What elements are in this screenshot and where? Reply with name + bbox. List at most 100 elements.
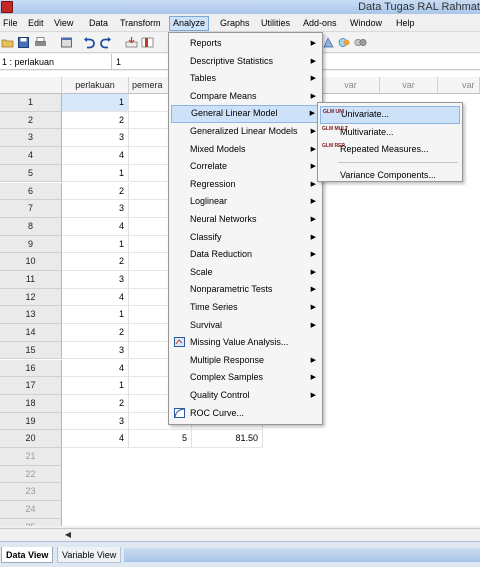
row-number[interactable]: 12 [0, 288, 62, 307]
cell-pemera[interactable]: 5 [129, 430, 192, 448]
menu-help[interactable]: Help [393, 16, 418, 31]
row-number[interactable]: 8 [0, 217, 62, 236]
menu-item-general-linear-model[interactable]: General Linear Model ▶ [171, 105, 320, 123]
cell-perlakuan[interactable]: 2 [62, 111, 129, 130]
menu-edit[interactable]: Edit [25, 16, 47, 31]
menu-analyze[interactable]: Analyze [169, 16, 210, 31]
row-number[interactable]: 11 [0, 271, 62, 289]
submenu-item-univariate[interactable]: GLM UNI Univariate... [320, 106, 460, 124]
row-number[interactable]: 22 [0, 465, 62, 484]
tab-data-view[interactable]: Data View [1, 547, 54, 563]
row-number[interactable]: 20 [0, 430, 62, 448]
row-number[interactable]: 15 [0, 341, 62, 360]
row-number[interactable]: 17 [0, 377, 62, 395]
use-sets-icon[interactable] [322, 36, 335, 49]
save-icon[interactable] [17, 36, 30, 49]
cell-perlakuan[interactable]: 4 [62, 359, 129, 378]
cell-perlakuan[interactable]: 2 [62, 182, 129, 201]
cell-perlakuan[interactable]: 3 [62, 341, 129, 360]
row-number[interactable]: 19 [0, 412, 62, 431]
print-icon[interactable] [34, 36, 47, 49]
menu-item-classify[interactable]: Classify ▶ [171, 229, 320, 247]
row-number[interactable]: 7 [0, 200, 62, 218]
menu-utilities[interactable]: Utilities [258, 16, 293, 31]
menu-item-correlate[interactable]: Correlate ▶ [171, 158, 320, 176]
column-header-var[interactable]: var [322, 77, 380, 94]
horizontal-scrollbar[interactable]: ◀ [0, 528, 480, 540]
menu-item-quality-control[interactable]: Quality Control ▶ [171, 387, 320, 405]
menu-item-reports[interactable]: Reports ▶ [171, 35, 320, 53]
row-number[interactable]: 2 [0, 111, 62, 130]
goto-case-icon[interactable] [125, 36, 138, 49]
open-folder-icon[interactable] [1, 36, 14, 49]
row-number[interactable]: 3 [0, 129, 62, 148]
cell-perlakuan[interactable]: 2 [62, 324, 129, 342]
submenu-item-multivariate[interactable]: GLM MULT Multivariate... [320, 124, 460, 142]
cell-perlakuan[interactable]: 4 [62, 430, 129, 448]
cell-value-editor[interactable]: 1 [116, 54, 121, 70]
cell-data[interactable]: 81.50 [192, 430, 263, 448]
cell-name-box[interactable]: 1 : perlakuan [0, 54, 112, 70]
row-number[interactable]: 13 [0, 306, 62, 325]
submenu-item-repeated-measures[interactable]: GLM REP Repeated Measures... [320, 141, 460, 159]
cell-perlakuan[interactable]: 4 [62, 288, 129, 307]
row-number[interactable]: 18 [0, 394, 62, 413]
variables-icon[interactable] [141, 36, 154, 49]
row-number[interactable]: 23 [0, 483, 62, 502]
cell-perlakuan[interactable]: 1 [62, 235, 129, 254]
row-number[interactable]: 21 [0, 448, 62, 466]
row-number[interactable]: 25 [0, 518, 62, 526]
menu-item-descriptive-statistics[interactable]: Descriptive Statistics ▶ [171, 53, 320, 71]
cell-perlakuan[interactable]: 3 [62, 412, 129, 431]
menu-file[interactable]: File [0, 16, 21, 31]
cell-perlakuan[interactable]: 3 [62, 129, 129, 148]
tab-variable-view[interactable]: Variable View [57, 547, 122, 563]
spell-check-icon[interactable] [354, 36, 367, 49]
menu-data[interactable]: Data [86, 16, 111, 31]
row-number[interactable]: 6 [0, 182, 62, 201]
cell-perlakuan[interactable]: 1 [62, 377, 129, 395]
cell-perlakuan[interactable]: 4 [62, 217, 129, 236]
menu-item-survival[interactable]: Survival ▶ [171, 317, 320, 335]
cell-perlakuan[interactable]: 3 [62, 271, 129, 289]
cell-perlakuan[interactable]: 4 [62, 147, 129, 165]
scroll-left-icon[interactable]: ◀ [63, 529, 73, 540]
menu-item-scale[interactable]: Scale ▶ [171, 264, 320, 282]
column-header-var[interactable]: var [438, 77, 480, 94]
submenu-item-variance-components[interactable]: Variance Components... [320, 167, 460, 185]
cell-perlakuan[interactable]: 1 [62, 164, 129, 183]
redo-icon[interactable] [99, 36, 112, 49]
undo-icon[interactable] [83, 36, 96, 49]
cell-perlakuan[interactable]: 2 [62, 253, 129, 271]
row-number[interactable]: 24 [0, 501, 62, 519]
cell-perlakuan[interactable]: 2 [62, 394, 129, 413]
row-number[interactable]: 16 [0, 359, 62, 378]
menu-item-regression[interactable]: Regression ▶ [171, 176, 320, 194]
menu-item-generalized-linear-models[interactable]: Generalized Linear Models ▶ [171, 123, 320, 141]
menu-graphs[interactable]: Graphs [217, 16, 253, 31]
menu-item-tables[interactable]: Tables ▶ [171, 70, 320, 88]
menu-item-roc-curve[interactable]: ROC Curve... [171, 405, 320, 423]
menu-item-loglinear[interactable]: Loglinear ▶ [171, 193, 320, 211]
menu-window[interactable]: Window [347, 16, 385, 31]
row-number[interactable]: 4 [0, 147, 62, 165]
menu-item-compare-means[interactable]: Compare Means ▶ [171, 88, 320, 106]
menu-transform[interactable]: Transform [117, 16, 164, 31]
menu-item-neural-networks[interactable]: Neural Networks ▶ [171, 211, 320, 229]
dialog-recall-icon[interactable] [60, 36, 73, 49]
menu-addons[interactable]: Add-ons [300, 16, 340, 31]
menu-item-complex-samples[interactable]: Complex Samples ▶ [171, 369, 320, 387]
menu-item-multiple-response[interactable]: Multiple Response ▶ [171, 352, 320, 370]
row-number[interactable]: 9 [0, 235, 62, 254]
cell-perlakuan[interactable]: 3 [62, 200, 129, 218]
menu-item-nonparametric-tests[interactable]: Nonparametric Tests ▶ [171, 281, 320, 299]
menu-item-missing-value-analysis[interactable]: Missing Value Analysis... [171, 334, 320, 352]
cell-perlakuan[interactable]: 1 [62, 306, 129, 325]
column-header-var[interactable]: var [380, 77, 438, 94]
row-number[interactable]: 1 [0, 94, 62, 112]
row-number[interactable]: 5 [0, 164, 62, 183]
show-sets-icon[interactable] [338, 36, 351, 49]
menu-item-data-reduction[interactable]: Data Reduction ▶ [171, 246, 320, 264]
menu-view[interactable]: View [51, 16, 76, 31]
menu-item-time-series[interactable]: Time Series ▶ [171, 299, 320, 317]
